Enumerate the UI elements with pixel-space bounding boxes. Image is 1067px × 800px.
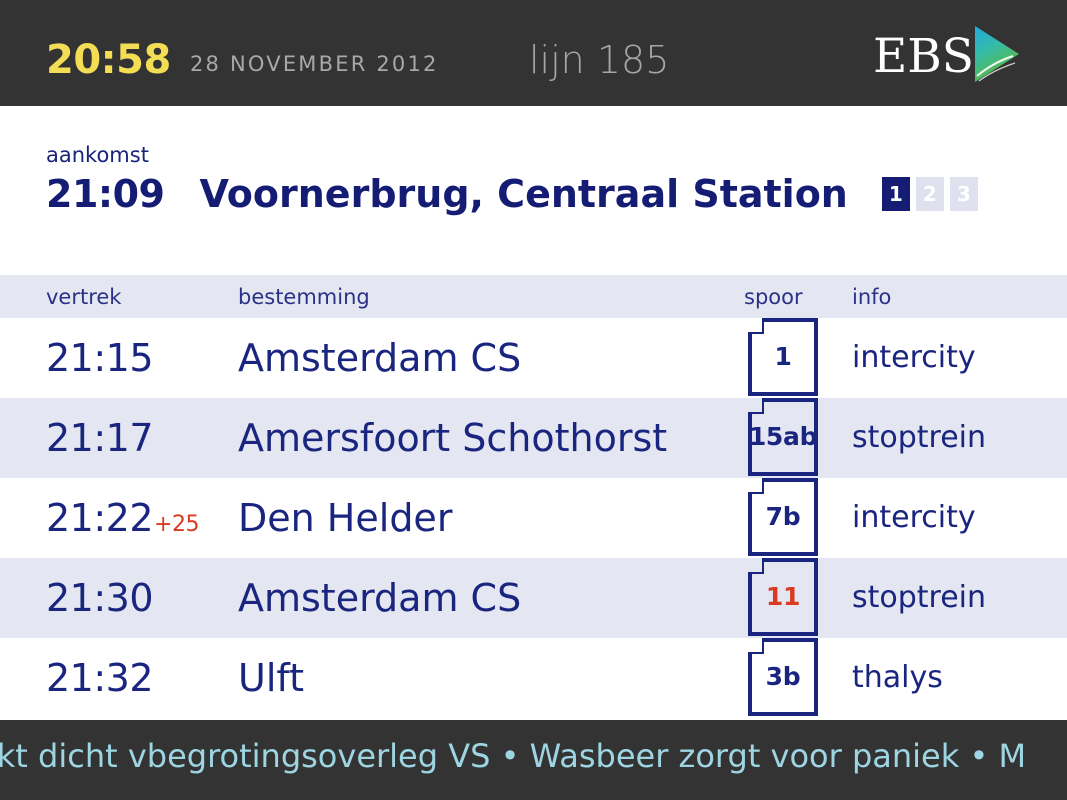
line-label: lijn 185 xyxy=(529,38,670,82)
platform-value: 15ab xyxy=(748,422,818,451)
platform-value: 1 xyxy=(774,342,792,371)
departure-time-value: 21:30 xyxy=(46,576,154,620)
arrival-row: 21:09 Voornerbrug, Centraal Station 1 2 … xyxy=(46,172,978,216)
table-row[interactable]: 21:22 +25 Den Helder 7b intercity xyxy=(0,478,1067,558)
ebs-logo: EBS xyxy=(872,26,1019,84)
ebs-logo-text: EBS xyxy=(872,28,974,84)
departures-table: vertrek bestemming spoor info 21:15 Amst… xyxy=(0,275,1067,720)
train-type-value: thalys xyxy=(852,660,943,695)
page-indicator[interactable]: 1 2 3 xyxy=(881,177,978,211)
news-ticker: arkt dicht vbegrotingsoverleg VS • Wasbe… xyxy=(0,720,1067,800)
departure-time-value: 21:15 xyxy=(46,336,154,380)
ebs-arrow-icon xyxy=(975,26,1019,86)
departure-time: 21:15 xyxy=(46,337,154,379)
platform-sign-shape: 1 xyxy=(748,318,818,396)
platform-value: 11 xyxy=(765,582,801,611)
table-row[interactable]: 21:17 Amersfoort Schothorst 15ab stoptre… xyxy=(0,398,1067,478)
destination-value: Ulft xyxy=(238,656,304,700)
platform-value: 7b xyxy=(765,502,801,531)
train-type-value: intercity xyxy=(852,340,976,375)
column-header-platform: spoor xyxy=(744,284,803,309)
arrival-label: aankomst xyxy=(46,143,149,167)
departure-time: 21:32 xyxy=(46,657,154,699)
destination-value: Amsterdam CS xyxy=(238,336,522,380)
destination-value: Amsterdam CS xyxy=(238,576,522,620)
news-ticker-text: arkt dicht vbegrotingsoverleg VS • Wasbe… xyxy=(0,737,1027,775)
train-type-value: stoptrein xyxy=(852,420,987,455)
table-row[interactable]: 21:30 Amsterdam CS 11 stoptrein xyxy=(0,558,1067,638)
column-header-destination: bestemming xyxy=(238,284,370,309)
departure-board-screen: 20:58 28 NOVEMBER 2012 lijn 185 EBS aank… xyxy=(0,0,1067,800)
page-indicator-2[interactable]: 2 xyxy=(915,177,944,211)
departure-time: 21:30 xyxy=(46,577,154,619)
departure-time-value: 21:32 xyxy=(46,656,154,700)
departure-time-value: 21:22 xyxy=(46,496,154,540)
arrival-time: 21:09 xyxy=(46,172,165,216)
table-header-row: vertrek bestemming spoor info xyxy=(0,275,1067,318)
departure-time: 21:17 xyxy=(46,417,154,459)
page-indicator-1[interactable]: 1 xyxy=(881,177,910,211)
platform-sign: 15ab xyxy=(748,397,818,477)
top-bar: 20:58 28 NOVEMBER 2012 lijn 185 EBS xyxy=(0,0,1067,106)
delay-value: +25 xyxy=(154,512,199,537)
train-type-value: stoptrein xyxy=(852,580,987,615)
column-header-departure: vertrek xyxy=(46,284,122,309)
platform-sign: 7b xyxy=(748,477,818,557)
platform-sign-shape: 11 xyxy=(748,558,818,636)
arrival-section: aankomst 21:09 Voornerbrug, Centraal Sta… xyxy=(0,106,1067,275)
train-type-value: intercity xyxy=(852,500,976,535)
destination-value: Den Helder xyxy=(238,496,453,540)
current-time: 20:58 xyxy=(46,37,171,83)
arrival-destination: Voornerbrug, Centraal Station xyxy=(199,172,848,216)
platform-sign-shape: 3b xyxy=(748,638,818,716)
platform-sign-shape: 7b xyxy=(748,478,818,556)
platform-sign: 3b xyxy=(748,637,818,717)
departure-time: 21:22 +25 xyxy=(46,497,199,539)
destination-value: Amersfoort Schothorst xyxy=(238,416,668,460)
platform-sign: 11 xyxy=(748,557,818,637)
platform-sign-shape: 15ab xyxy=(748,398,818,476)
page-indicator-3[interactable]: 3 xyxy=(949,177,978,211)
platform-value: 3b xyxy=(765,662,801,691)
column-header-info: info xyxy=(852,284,892,309)
table-row[interactable]: 21:32 Ulft 3b thalys xyxy=(0,638,1067,718)
platform-sign: 1 xyxy=(748,317,818,397)
table-row[interactable]: 21:15 Amsterdam CS 1 intercity xyxy=(0,318,1067,398)
current-date: 28 NOVEMBER 2012 xyxy=(190,52,439,76)
departure-time-value: 21:17 xyxy=(46,416,154,460)
